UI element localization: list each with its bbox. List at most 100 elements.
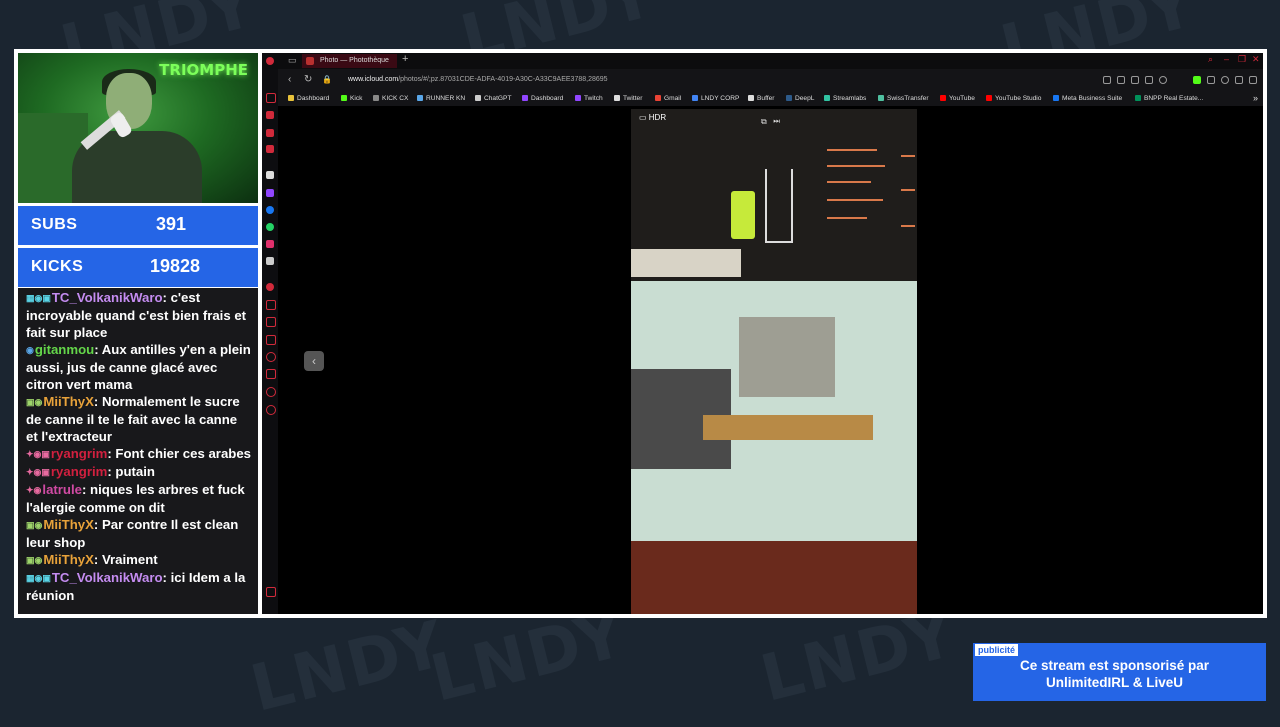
snapshot-icon[interactable] — [1103, 76, 1111, 84]
twitch-icon[interactable] — [266, 189, 274, 197]
bookmark-icon — [475, 95, 481, 101]
kicks-stat: KICKS 19828 — [18, 248, 258, 287]
messenger-chat-icon[interactable] — [266, 129, 274, 137]
heart-icon[interactable] — [1159, 76, 1167, 84]
chat-username[interactable]: MiiThyX — [43, 517, 94, 532]
play-forward-icon[interactable]: ⏭ — [773, 117, 780, 126]
bookmark-label: Twitch — [584, 95, 603, 102]
pinboard-icon[interactable] — [266, 317, 276, 327]
bag-icon[interactable] — [266, 111, 274, 119]
bookmark-buffer[interactable]: Buffer — [748, 95, 774, 102]
bookmark-runner-kn[interactable]: RUNNER KN — [417, 95, 465, 102]
opera-logo-icon[interactable] — [266, 57, 274, 65]
speed-dial-icon[interactable] — [266, 93, 276, 103]
chat-username[interactable]: MiiThyX — [43, 552, 94, 567]
chat-message: ▣◉MiiThyX: Vraiment — [18, 551, 258, 569]
x-icon[interactable] — [266, 257, 274, 265]
chat-username[interactable]: ryangrim — [51, 464, 107, 479]
juice-drawing — [731, 191, 755, 239]
menu-icon[interactable] — [1249, 76, 1257, 84]
bookmark-youtube-studio[interactable]: YouTube Studio — [986, 95, 1041, 102]
url-domain: www.icloud.com — [348, 76, 399, 83]
bookmark-kick-cx[interactable]: KICK CX — [373, 95, 408, 102]
bookmarks-icon[interactable] — [266, 145, 274, 153]
tab-photo[interactable]: Photo — Photothèque — [302, 54, 397, 68]
bookmark-twitter[interactable]: Twitter — [614, 95, 642, 102]
bookmark-dashboard[interactable]: Dashboard — [288, 95, 329, 102]
bookmark-gmail[interactable]: Gmail — [655, 95, 681, 102]
chat-username[interactable]: latrule — [42, 482, 82, 497]
bookmark-swisstransfer[interactable]: SwissTransfer — [878, 95, 929, 102]
instagram-icon[interactable] — [266, 240, 274, 248]
chat-badges: ◉ — [26, 345, 34, 355]
chat-badges: ▣◉ — [26, 397, 43, 407]
player-icon[interactable] — [266, 300, 276, 310]
bookmark-label: Dashboard — [297, 95, 330, 102]
previous-photo-button[interactable]: ‹ — [304, 351, 324, 371]
messenger-icon[interactable] — [266, 206, 274, 214]
bookmark-icon — [786, 95, 792, 101]
play-icon[interactable] — [1145, 76, 1153, 84]
back-icon[interactable]: ‹ — [288, 74, 291, 85]
hdr-label: HDR — [648, 113, 667, 122]
chat-badges: ▦◉▣ — [26, 293, 51, 303]
chat-text: : Font chier ces arabes — [107, 446, 251, 461]
bookmark-chatgpt[interactable]: ChatGPT — [475, 95, 511, 102]
chat-username[interactable]: TC_VolkanikWaro — [52, 290, 163, 305]
bookmark-meta-business-suite[interactable]: Meta Business Suite — [1053, 95, 1122, 102]
camera-icon[interactable] — [1131, 76, 1139, 84]
bookmark-bnpp-real-estate[interactable]: BNPP Real Estate... — [1135, 95, 1203, 102]
chat-username[interactable]: gitanmou — [35, 342, 94, 357]
lock-icon: 🔒 — [322, 75, 332, 84]
sponsor-line-1: Ce stream est sponsorisé par — [1019, 658, 1210, 673]
kick-extension-icon[interactable] — [1193, 76, 1201, 84]
bookmark-icon — [692, 95, 698, 101]
bookmark-label: Buffer — [757, 95, 775, 102]
settings-icon[interactable] — [266, 405, 276, 415]
chat-username[interactable]: TC_VolkanikWaro — [52, 570, 163, 585]
tab-overview-icon[interactable]: ▭ — [288, 55, 297, 66]
bookmark-deepl[interactable]: DeepL — [786, 95, 814, 102]
history-icon[interactable] — [266, 352, 276, 362]
maximize-icon[interactable]: ❐ — [1238, 54, 1246, 65]
bookmark-kick[interactable]: Kick — [341, 95, 362, 102]
profile-icon[interactable] — [1221, 76, 1229, 84]
bookmark-label: Dashboard — [531, 95, 564, 102]
photo-image[interactable]: ▭ HDR ⧉ ⏭ — [631, 109, 917, 614]
bookmark-icon — [614, 95, 620, 101]
reload-icon[interactable]: ↻ — [304, 74, 312, 85]
chat-text: : Vraiment — [93, 552, 158, 567]
bookmark-dashboard-twitch[interactable]: Dashboard — [522, 95, 563, 102]
bookmark-streamlabs[interactable]: Streamlabs — [824, 95, 866, 102]
url-field[interactable]: www.icloud.com/photos/#/;pz.87031CDE-ADF… — [348, 76, 608, 83]
bookmarks-overflow-icon[interactable]: » — [1253, 93, 1258, 103]
chat-username[interactable]: ryangrim — [51, 446, 107, 461]
chat-panel: ▦◉▣TC_VolkanikWaro: c'est incroyable qua… — [18, 288, 258, 614]
address-bar-row: ‹ ↻ 🔒 www.icloud.com/photos/#/;pz.87031C… — [278, 69, 1263, 91]
bookmark-youtube[interactable]: YouTube — [940, 95, 975, 102]
chat-username[interactable]: MiiThyX — [43, 394, 94, 409]
chat-message: ▣◉MiiThyX: Par contre Il est clean leur … — [18, 516, 258, 551]
aria-icon[interactable] — [266, 171, 274, 179]
kicks-value: 19828 — [149, 256, 200, 276]
extensions-puzzle-icon[interactable] — [1207, 76, 1215, 84]
minimize-icon[interactable]: – — [1224, 54, 1229, 64]
downloads-icon[interactable] — [266, 369, 276, 379]
chat-message: ▣◉MiiThyX: Normalement le sucre de canne… — [18, 393, 258, 445]
bookmark-label: SwissTransfer — [887, 95, 929, 102]
bookmark-lndy-corp[interactable]: LNDY CORP — [692, 95, 739, 102]
new-tab-button[interactable]: + — [402, 53, 408, 65]
bookmark-twitch[interactable]: Twitch — [575, 95, 603, 102]
tabs-icon[interactable] — [266, 335, 276, 345]
sponsor-banner: publicité Ce stream est sponsorisé par U… — [973, 643, 1266, 701]
live-photo-icon[interactable]: ⧉ — [761, 117, 767, 126]
download-icon[interactable] — [1235, 76, 1243, 84]
whatsapp-icon[interactable] — [266, 223, 274, 231]
bookmark-page-icon[interactable] — [1117, 76, 1125, 84]
close-icon[interactable]: ✕ — [1252, 54, 1260, 65]
wooden-cart-top — [703, 415, 873, 440]
extensions-icon[interactable] — [266, 387, 276, 397]
sidebar-setup-icon[interactable] — [266, 587, 276, 597]
music-icon[interactable] — [266, 283, 274, 291]
search-icon[interactable]: ⌕ — [1208, 54, 1213, 65]
